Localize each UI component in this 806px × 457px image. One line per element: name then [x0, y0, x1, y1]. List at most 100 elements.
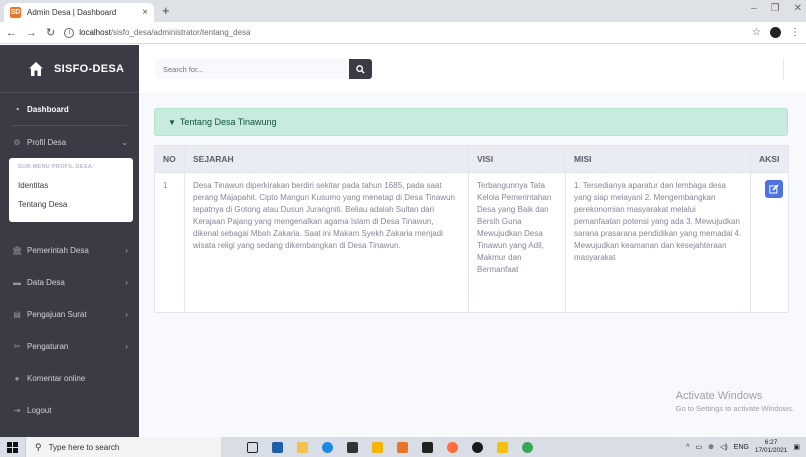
mail-icon[interactable]	[272, 441, 283, 453]
language-indicator[interactable]: ENG	[734, 444, 749, 451]
xampp-icon[interactable]	[397, 441, 408, 453]
forward-icon[interactable]: →	[26, 27, 37, 39]
task-view-icon[interactable]	[247, 441, 258, 453]
submenu-item-tentang-desa[interactable]: Tentang Desa	[9, 195, 133, 214]
column-header-misi: MISI	[565, 145, 751, 173]
page-title-alert: ▼ Tentang Desa Tinawung	[154, 108, 788, 136]
document-icon: ▤	[13, 309, 21, 319]
reload-icon[interactable]: ↻	[46, 26, 55, 39]
firefox-icon[interactable]	[447, 441, 458, 453]
browser-tab-bar: SD Admin Desa | Dashboard × + – ❐ ✕	[0, 0, 806, 22]
terminal-icon[interactable]	[422, 441, 433, 453]
sidebar-item-label: Pengajuan Surat	[27, 309, 87, 319]
topbar	[139, 45, 806, 93]
chevron-down-icon: ⌄	[121, 137, 128, 147]
volume-icon[interactable]: ◁)	[720, 443, 728, 451]
watermark-title: Activate Windows	[675, 390, 763, 402]
clock-date: 17/01/2021	[754, 447, 788, 454]
address-bar: ← → ↻ i localhost/sisfo_desa/administrat…	[0, 22, 806, 44]
taskbar-search-placeholder: Type here to search	[48, 442, 120, 452]
sidebar-item-dashboard[interactable]: ◔ Dashboard	[0, 93, 139, 125]
clock-time: 6:27	[764, 439, 778, 446]
edge-icon[interactable]	[322, 441, 333, 453]
sidebar-item-pemerintah-desa[interactable]: 🏛 Pemerintah Desa ›	[0, 234, 139, 266]
sidebar-item-pengaturan[interactable]: ✂ Pengaturan ›	[0, 330, 139, 362]
start-button[interactable]	[0, 437, 25, 457]
app-icon[interactable]	[372, 441, 383, 453]
sidebar-item-pengajuan-surat[interactable]: ▤ Pengajuan Surat ›	[0, 298, 139, 330]
site-favicon-icon: SD	[10, 7, 21, 18]
taskbar-clock[interactable]: 6:27 17/01/2021	[755, 439, 788, 455]
profile-avatar[interactable]	[770, 27, 781, 38]
cell-sejarah: Desa Tinawun diperkirakan berdiri sekita…	[184, 172, 469, 313]
taskbar-apps	[247, 441, 533, 453]
column-header-no: NO	[154, 145, 185, 173]
taskbar-search[interactable]: ⚲ Type here to search	[25, 437, 221, 457]
folder-icon: ▬	[13, 277, 21, 287]
table-header-row: NO SEJARAH VISI MISI AKSI	[154, 145, 789, 173]
sidebar: SISFO-DESA ◔ Dashboard ⚙ Profil Desa ⌄ S…	[0, 45, 139, 437]
sidebar-item-label: Dashboard	[27, 104, 69, 114]
windows-taskbar: ⚲ Type here to search ^ ▭ ⊕ ◁) ENG 6:27 …	[0, 437, 806, 457]
chevron-right-icon: ›	[125, 277, 128, 287]
sidebar-item-label: Data Desa	[27, 277, 65, 287]
submenu-item-identitas[interactable]: Identitas	[9, 176, 133, 195]
user-tie-icon: ▼	[168, 117, 176, 127]
chevron-right-icon: ›	[125, 245, 128, 255]
sidebar-item-label: Pemerintah Desa	[27, 245, 89, 255]
bell-icon: ●	[14, 373, 20, 383]
tab-title: Admin Desa | Dashboard	[27, 8, 117, 17]
edit-icon	[769, 184, 779, 194]
sidebar-item-komentar-online[interactable]: ● Komentar online	[0, 362, 139, 394]
tentang-desa-table: NO SEJARAH VISI MISI AKSI 1 Desa Tinawun…	[154, 145, 789, 313]
dashboard-gauge-icon: ◔	[14, 104, 20, 114]
store-icon[interactable]	[347, 441, 358, 453]
back-icon[interactable]: ←	[6, 27, 17, 39]
bookmark-star-icon[interactable]: ☆	[752, 27, 761, 38]
window-controls: – ❐ ✕	[751, 3, 802, 14]
url-path: /sisfo_desa/administrator/tentang_desa	[110, 28, 251, 37]
sidebar-item-label: Komentar online	[27, 373, 86, 383]
chevron-right-icon: ›	[125, 341, 128, 351]
tray-chevron-icon[interactable]: ^	[686, 444, 689, 451]
search-icon	[356, 64, 365, 74]
edit-button[interactable]	[765, 180, 783, 198]
cell-no: 1	[154, 172, 185, 313]
network-icon[interactable]: ⊕	[708, 443, 714, 451]
sublime-icon[interactable]	[497, 441, 508, 453]
notification-icon[interactable]: ▣	[793, 443, 800, 451]
url-field[interactable]: i localhost/sisfo_desa/administrator/ten…	[64, 27, 752, 38]
cell-aksi	[750, 172, 789, 313]
topbar-divider	[783, 58, 784, 80]
minimize-icon[interactable]: –	[751, 3, 757, 14]
browser-menu-icon[interactable]: ⋮	[790, 27, 800, 38]
search-input[interactable]	[155, 59, 349, 79]
page-title: Tentang Desa Tinawung	[179, 117, 277, 127]
chrome-icon[interactable]	[522, 441, 533, 453]
battery-icon[interactable]: ▭	[695, 443, 702, 451]
watermark-subtitle: Go to Settings to activate Windows.	[675, 404, 794, 413]
close-window-icon[interactable]: ✕	[794, 3, 802, 14]
url-host: localhost	[79, 28, 111, 37]
file-explorer-icon[interactable]	[297, 441, 308, 453]
tentang-desa-table-container: NO SEJARAH VISI MISI AKSI 1 Desa Tinawun…	[154, 145, 789, 313]
sidebar-item-data-desa[interactable]: ▬ Data Desa ›	[0, 266, 139, 298]
home-icon	[29, 61, 43, 76]
github-desktop-icon[interactable]	[472, 441, 483, 453]
new-tab-button[interactable]: +	[162, 3, 170, 18]
sidebar-item-logout[interactable]: ⇥ Logout	[0, 394, 139, 426]
maximize-icon[interactable]: ❐	[771, 3, 780, 14]
sidebar-brand[interactable]: SISFO-DESA	[0, 45, 139, 93]
browser-tab[interactable]: SD Admin Desa | Dashboard ×	[4, 3, 154, 22]
institution-icon: 🏛	[12, 245, 23, 255]
cell-misi: 1. Tersedianya aparatur dan lembaga desa…	[565, 172, 751, 313]
system-tray: ^ ▭ ⊕ ◁) ENG 6:27 17/01/2021 ▣	[686, 437, 800, 457]
logout-icon: ⇥	[13, 405, 21, 415]
sidebar-item-profil-desa[interactable]: ⚙ Profil Desa ⌄	[0, 126, 139, 158]
info-icon[interactable]: i	[64, 27, 75, 38]
sidebar-item-label: Pengaturan	[27, 341, 69, 351]
search-button[interactable]	[349, 59, 372, 79]
brand-name: SISFO-DESA	[54, 62, 125, 75]
chevron-right-icon: ›	[125, 309, 128, 319]
tab-close-icon[interactable]: ×	[142, 7, 148, 18]
